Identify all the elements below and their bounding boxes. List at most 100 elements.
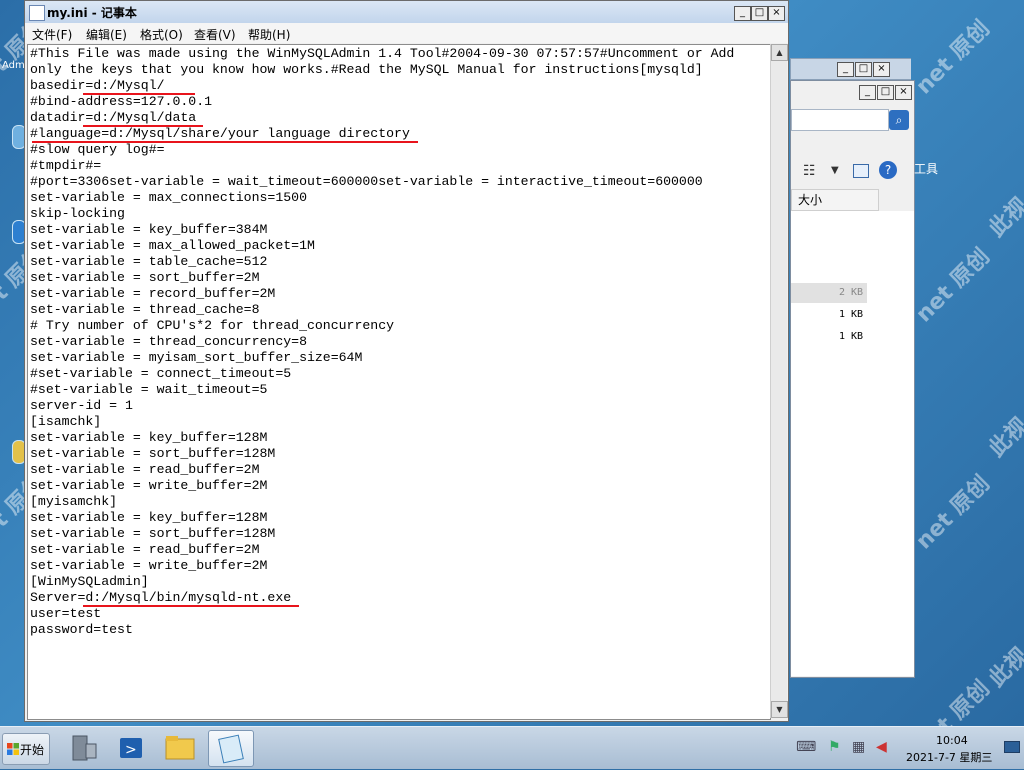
scroll-down-icon[interactable]: ▼ bbox=[771, 701, 788, 718]
menu-help[interactable]: 帮助(H) bbox=[248, 26, 290, 43]
scroll-up-icon[interactable]: ▲ bbox=[771, 44, 788, 61]
taskbar: 开始 > ⌨ ⚑ ▦ ◀ 10:04 2021-7-7 星期三 bbox=[0, 726, 1024, 769]
notepad-icon bbox=[218, 734, 244, 764]
red-underline bbox=[32, 141, 418, 143]
powershell-icon: > bbox=[120, 738, 142, 758]
keyboard-icon[interactable]: ⌨ bbox=[796, 739, 816, 755]
editor-line: user=test bbox=[30, 606, 102, 621]
watermark: net 原创 bbox=[911, 676, 995, 726]
notepad-icon bbox=[29, 5, 45, 21]
clock-date[interactable]: 2021-7-7 星期三 bbox=[906, 749, 992, 765]
background-explorer-window[interactable]: _ □ × ⌕ ☷ ▼ ? 大小 2 KB 1 KB 1 KB bbox=[790, 80, 915, 678]
editor-line: skip-locking bbox=[30, 206, 125, 221]
file-size: 2 KB bbox=[839, 287, 864, 298]
title-bar[interactable]: my.ini - 记事本 _ □ × bbox=[25, 1, 788, 23]
view-list-icon[interactable]: ☷ bbox=[803, 163, 816, 179]
editor-line: set-variable = sort_buffer=2M bbox=[30, 270, 260, 285]
folder-icon bbox=[165, 736, 195, 760]
help-icon[interactable]: ? bbox=[879, 161, 897, 179]
editor-line: #set-variable = connect_timeout=5 bbox=[30, 366, 292, 381]
taskbar-explorer[interactable] bbox=[158, 730, 202, 765]
column-header-size[interactable]: 大小 bbox=[791, 189, 879, 211]
editor-line: [WinMySQLadmin] bbox=[30, 574, 149, 589]
editor-line: only the keys that you know how works.#R… bbox=[30, 62, 703, 77]
editor-line: set-variable = key_buffer=128M bbox=[30, 430, 268, 445]
menu-file[interactable]: 文件(F) bbox=[32, 26, 72, 43]
editor-line: password=test bbox=[30, 622, 133, 637]
red-underline bbox=[83, 605, 299, 607]
watermark: 此视 bbox=[984, 193, 1024, 243]
editor-line: set-variable = sort_buffer=128M bbox=[30, 526, 276, 541]
editor-line: set-variable = max_connections=1500 bbox=[30, 190, 307, 205]
editor-line: #language=d:/Mysql/share/your language d… bbox=[30, 126, 410, 141]
file-size: 1 KB bbox=[839, 309, 864, 320]
background-window-titlebar[interactable]: _ □ × bbox=[790, 58, 911, 80]
start-label: 开始 bbox=[20, 743, 45, 757]
menu-view[interactable]: 查看(V) bbox=[194, 26, 236, 43]
show-desktop-icon[interactable] bbox=[1004, 741, 1020, 753]
editor-line: server-id = 1 bbox=[30, 398, 133, 413]
editor-line: Server=d:/Mysql/bin/mysqld-nt.exe bbox=[30, 590, 292, 605]
search-icon[interactable]: ⌕ bbox=[889, 110, 909, 130]
editor-line: set-variable = record_buffer=2M bbox=[30, 286, 276, 301]
editor-line: set-variable = thread_cache=8 bbox=[30, 302, 260, 317]
editor-line: [myisamchk] bbox=[30, 494, 118, 509]
search-input[interactable] bbox=[791, 109, 889, 131]
menu-format[interactable]: 格式(O) bbox=[140, 26, 183, 43]
editor-line: basedir=d:/Mysql/ bbox=[30, 78, 165, 93]
action-center-icon[interactable]: ⚑ bbox=[828, 739, 841, 755]
windows-logo-icon bbox=[7, 743, 19, 755]
vertical-scrollbar[interactable]: ▲ ▼ bbox=[770, 44, 788, 718]
red-underline bbox=[83, 93, 195, 95]
explorer-toolbar: ☷ ▼ ? bbox=[791, 161, 914, 185]
minimize-button[interactable]: _ bbox=[859, 85, 876, 100]
notepad-window[interactable]: my.ini - 记事本 _ □ × 文件(F) 编辑(E) 格式(O) 查看(… bbox=[24, 0, 789, 722]
editor-line: # Try number of CPU's*2 for thread_concu… bbox=[30, 318, 395, 333]
close-button[interactable]: × bbox=[873, 62, 890, 77]
editor-line: #This File was made using the WinMySQLAd… bbox=[30, 46, 735, 61]
chevron-down-icon[interactable]: ▼ bbox=[831, 165, 839, 176]
editor-line: set-variable = thread_concurrency=8 bbox=[30, 334, 307, 349]
watermark: 此视 bbox=[984, 413, 1024, 463]
volume-muted-icon[interactable]: ◀ bbox=[876, 739, 887, 755]
taskbar-powershell[interactable]: > bbox=[110, 730, 154, 765]
network-icon[interactable]: ▦ bbox=[852, 739, 865, 755]
clock-time[interactable]: 10:04 bbox=[936, 734, 968, 747]
editor-line: set-variable = read_buffer=2M bbox=[30, 462, 260, 477]
editor-line: set-variable = read_buffer=2M bbox=[30, 542, 260, 557]
maximize-button[interactable]: □ bbox=[877, 85, 894, 100]
editor-content: #This File was made using the WinMySQLAd… bbox=[30, 46, 734, 638]
editor-line: set-variable = key_buffer=128M bbox=[30, 510, 268, 525]
toolbar-label-tools: 工具 bbox=[914, 162, 939, 176]
editor-line: set-variable = write_buffer=2M bbox=[30, 558, 268, 573]
minimize-button[interactable]: _ bbox=[837, 62, 854, 77]
taskbar-server-manager[interactable] bbox=[62, 730, 106, 765]
editor-line: [isamchk] bbox=[30, 414, 102, 429]
watermark: net 原创 bbox=[911, 16, 995, 100]
svg-text:>: > bbox=[125, 742, 137, 758]
editor-line: set-variable = table_cache=512 bbox=[30, 254, 268, 269]
server-manager-icon bbox=[72, 735, 97, 761]
text-editor[interactable]: #This File was made using the WinMySQLAd… bbox=[27, 44, 771, 720]
window-title: my.ini - 记事本 bbox=[47, 6, 137, 20]
watermark: net 原创 bbox=[911, 471, 995, 555]
maximize-button[interactable]: □ bbox=[751, 6, 768, 21]
close-button[interactable]: × bbox=[895, 85, 912, 100]
minimize-button[interactable]: _ bbox=[734, 6, 751, 21]
preview-pane-icon[interactable] bbox=[853, 164, 869, 178]
menu-bar: 文件(F) 编辑(E) 格式(O) 查看(V) 帮助(H) bbox=[25, 23, 788, 43]
desktop-icon-label: Adm bbox=[2, 60, 25, 71]
editor-line: set-variable = max_allowed_packet=1M bbox=[30, 238, 315, 253]
taskbar-notepad[interactable] bbox=[208, 730, 254, 767]
file-size: 1 KB bbox=[839, 331, 864, 342]
start-button[interactable]: 开始 bbox=[2, 733, 50, 765]
editor-line: #set-variable = wait_timeout=5 bbox=[30, 382, 268, 397]
watermark: net 原创 bbox=[911, 244, 995, 328]
red-underline bbox=[83, 125, 203, 127]
close-button[interactable]: × bbox=[768, 6, 785, 21]
file-list: 2 KB 1 KB 1 KB bbox=[791, 211, 914, 676]
maximize-button[interactable]: □ bbox=[855, 62, 872, 77]
menu-edit[interactable]: 编辑(E) bbox=[86, 26, 127, 43]
editor-line: #tmpdir#= bbox=[30, 158, 102, 173]
editor-line: #port=3306set-variable = wait_timeout=60… bbox=[30, 174, 703, 189]
